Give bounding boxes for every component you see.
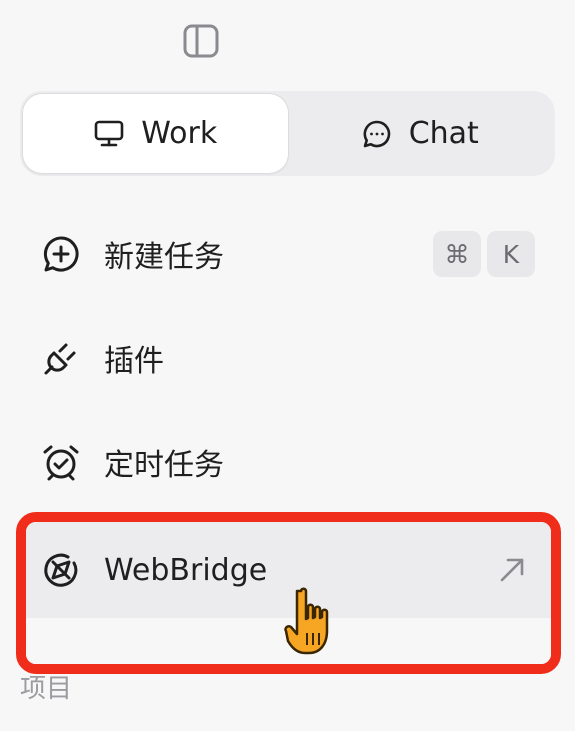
chat-bubble-icon: [361, 118, 393, 150]
chat-tab-label: Chat: [408, 116, 479, 151]
sidebar-item-new-task[interactable]: 新建任务 ⌘ K: [20, 204, 555, 304]
sidebar-item-plugins[interactable]: 插件: [20, 308, 555, 408]
projects-section-label: 项目: [20, 674, 73, 704]
sidebar-item-scheduled-tasks[interactable]: 定时任务: [20, 412, 555, 512]
work-tab-label: Work: [141, 116, 218, 151]
monitor-icon: [93, 119, 125, 149]
alarm-clock-icon: [40, 441, 82, 483]
mode-segmented-control: Work Chat: [20, 91, 555, 176]
k-key: K: [487, 231, 535, 277]
plugins-label: 插件: [104, 344, 164, 379]
arrow-up-right-icon: [497, 555, 527, 585]
webbridge-label: WebBridge: [104, 552, 268, 588]
cmd-key: ⌘: [433, 231, 481, 277]
chat-tab[interactable]: Chat: [288, 94, 553, 173]
sidebar-panel-icon: [183, 24, 219, 58]
new-task-label: 新建任务: [104, 240, 224, 275]
work-tab[interactable]: Work: [23, 94, 288, 173]
sidebar-toggle-button[interactable]: [182, 22, 220, 60]
new-chat-plus-icon: [40, 233, 82, 275]
plug-icon: [40, 337, 82, 379]
webbridge-compass-icon: [40, 549, 82, 591]
pointer-hand-icon: [284, 587, 329, 655]
scheduled-tasks-label: 定时任务: [104, 448, 224, 483]
shortcut-hint: ⌘ K: [433, 231, 535, 277]
